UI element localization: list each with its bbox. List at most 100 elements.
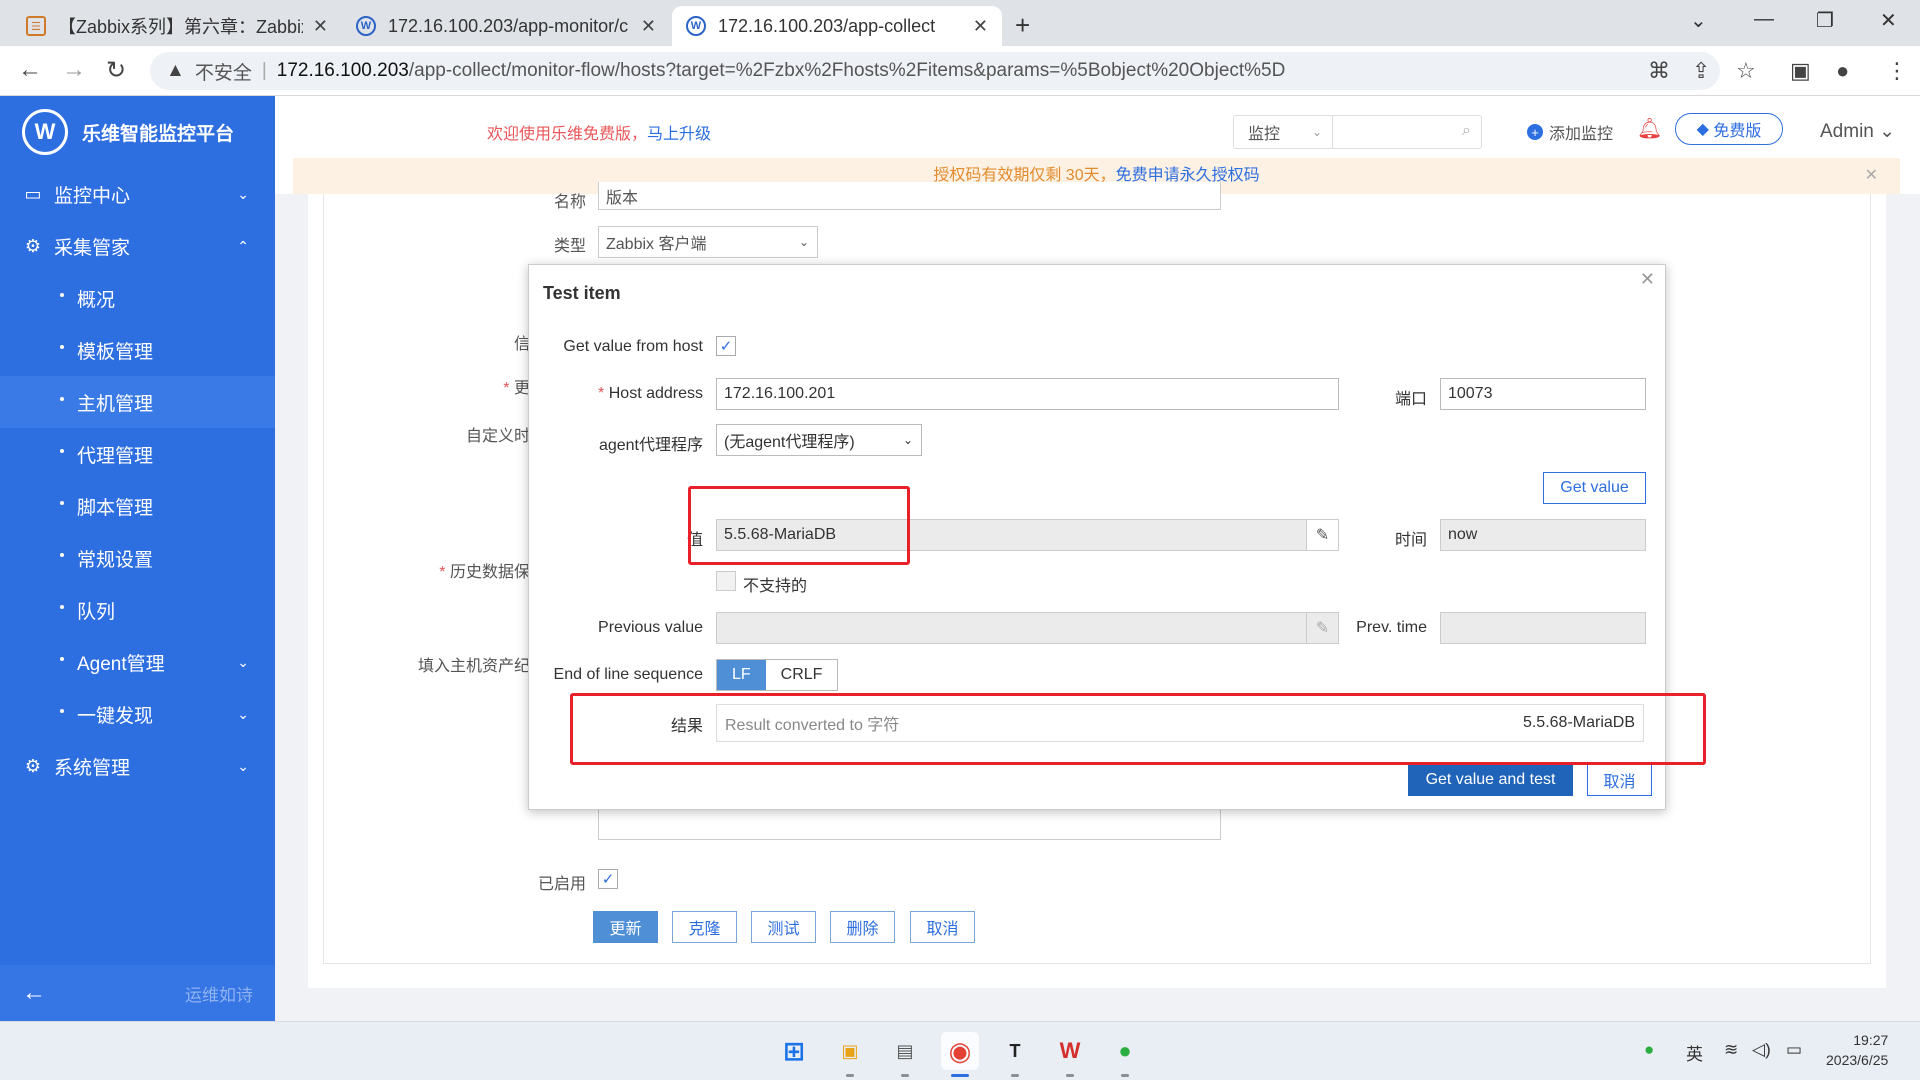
restore-icon[interactable]: ❐ [1816, 8, 1834, 33]
dialog-cancel-button[interactable]: 取消 [1587, 764, 1652, 796]
dialog-title: Test item [543, 283, 621, 303]
collapse-arrow-icon[interactable]: ← [22, 979, 46, 1007]
sub-item-label: Agent管理 [77, 653, 165, 675]
close-tab-icon[interactable]: ✕ [973, 16, 988, 37]
proxy-select[interactable]: (无agent代理程序) ⌄ [716, 424, 922, 456]
menu-label: 采集管家 [54, 237, 131, 259]
free-edition-badge[interactable]: ◆ 免费版 [1675, 113, 1783, 145]
tab-title: 172.16.100.203/app-collect [718, 15, 936, 36]
browser-tab-1[interactable]: ☰ 【Zabbix系列】第六章：Zabbix ✕ [12, 6, 342, 46]
forward-icon[interactable]: → [62, 56, 86, 84]
address-bar-row: ← → ↻ ▲ 不安全 | 172.16.100.203/app-collect… [0, 46, 1920, 96]
description-textarea[interactable] [598, 808, 1221, 840]
edit-pencil-icon[interactable]: ✎ [1306, 520, 1338, 550]
reload-icon[interactable]: ↻ [106, 56, 126, 85]
user-menu[interactable]: Admin ⌄ [1820, 120, 1895, 143]
host-address-text: Host address [608, 385, 703, 402]
translate-icon[interactable]: ⌘ [1648, 58, 1670, 84]
wps-icon[interactable]: W [1051, 1032, 1089, 1070]
eol-option-crlf[interactable]: CRLF [766, 660, 838, 690]
info-label: 信 [513, 336, 530, 353]
search-input[interactable]: ⌕ [1332, 115, 1482, 149]
side-panel-icon[interactable]: ▣ [1790, 58, 1811, 84]
minimize-icon[interactable]: — [1754, 8, 1774, 31]
close-icon[interactable]: ✕ [1640, 269, 1655, 290]
name-input[interactable]: 版本 [598, 182, 1221, 210]
update-button[interactable]: 更新 [593, 911, 658, 943]
typora-icon[interactable]: T [996, 1032, 1034, 1070]
share-icon[interactable]: ⇪ [1692, 58, 1710, 84]
site-favicon-icon: W [686, 16, 706, 36]
menu-item-collect[interactable]: ⚙ 采集管家 ⌃ [0, 220, 275, 272]
search-scope-select[interactable]: 监控 ⌄ [1233, 115, 1333, 149]
files-icon[interactable]: ▣ [831, 1032, 869, 1070]
browser-tab-2[interactable]: W 172.16.100.203/app-monitor/c ✕ [342, 6, 670, 46]
volume-icon[interactable]: ◁) [1752, 1040, 1771, 1060]
chrome-icon[interactable]: ◉ [941, 1032, 979, 1070]
port-input[interactable]: 10073 [1440, 378, 1646, 410]
sidebar-item-proxies[interactable]: 代理管理 [0, 428, 275, 480]
wechat-tray-icon[interactable]: ● [1644, 1040, 1654, 1060]
history-text: 历史数据保 [449, 564, 530, 581]
unsupported-checkbox[interactable] [716, 571, 736, 591]
upgrade-link[interactable]: 马上升级 [647, 126, 711, 143]
desktop-app-icon[interactable]: ▤ [886, 1032, 924, 1070]
enabled-checkbox[interactable]: ✓ [598, 869, 618, 889]
back-icon[interactable]: ← [18, 56, 42, 84]
sub-item-label: 队列 [77, 601, 116, 623]
update-interval-label: * 更 [503, 380, 530, 397]
unsupported-label: 不支持的 [743, 578, 808, 595]
get-value-from-host-checkbox[interactable]: ✓ [716, 336, 736, 356]
test-button[interactable]: 测试 [751, 911, 816, 943]
chevron-down-icon: ⌄ [237, 705, 249, 722]
clone-button[interactable]: 克隆 [672, 911, 737, 943]
host-address-label: * Host address [598, 385, 703, 402]
close-tab-icon[interactable]: ✕ [641, 16, 656, 37]
browser-tab-bar: ☰ 【Zabbix系列】第六章：Zabbix ✕ W 172.16.100.20… [0, 0, 1920, 46]
sidebar-item-general[interactable]: 常规设置 [0, 532, 275, 584]
sidebar-item-discovery[interactable]: 一键发现 ⌄ [0, 688, 275, 740]
type-select[interactable]: Zabbix 客户端 ⌄ [598, 226, 818, 258]
sidebar-item-queue[interactable]: 队列 [0, 584, 275, 636]
menu-item-system[interactable]: ⚙ 系统管理 ⌄ [0, 740, 275, 792]
battery-icon[interactable]: ▭ [1786, 1040, 1802, 1060]
profile-icon[interactable]: ● [1836, 58, 1849, 84]
sidebar-item-overview[interactable]: 概况 [0, 272, 275, 324]
tab-search-icon[interactable]: ⌄ [1690, 8, 1707, 33]
sidebar-item-hosts[interactable]: 主机管理 [0, 376, 275, 428]
close-icon[interactable]: ✕ [1865, 158, 1878, 194]
bullet-icon [60, 605, 64, 609]
url-field[interactable]: ▲ 不安全 | 172.16.100.203/app-collect/monit… [150, 52, 1720, 90]
window-close-icon[interactable]: ✕ [1880, 8, 1897, 33]
delete-button[interactable]: 删除 [830, 911, 895, 943]
bookmark-star-icon[interactable]: ☆ [1736, 58, 1756, 84]
cancel-button[interactable]: 取消 [910, 911, 975, 943]
new-tab-icon[interactable]: + [1015, 10, 1030, 41]
previous-value-label: Previous value [598, 619, 703, 636]
free-badge-label: 免费版 [1713, 123, 1762, 140]
brand[interactable]: W 乐维智能监控平台 [0, 96, 275, 168]
bell-icon[interactable]: 🔔︎ [1637, 116, 1662, 141]
get-value-and-test-button[interactable]: Get value and test [1408, 764, 1573, 796]
ime-indicator[interactable]: 英 [1686, 1040, 1703, 1065]
close-tab-icon[interactable]: ✕ [313, 16, 328, 37]
monitor-icon: ▭ [24, 183, 42, 204]
search-icon[interactable]: ⌕ [1462, 122, 1471, 140]
eol-option-lf[interactable]: LF [717, 660, 766, 690]
sidebar-item-agent[interactable]: Agent管理 ⌄ [0, 636, 275, 688]
windows-start-icon[interactable]: ⊞ [775, 1032, 813, 1070]
edit-pencil-icon: ✎ [1306, 613, 1338, 643]
get-value-button[interactable]: Get value [1543, 472, 1646, 504]
sidebar-item-scripts[interactable]: 脚本管理 [0, 480, 275, 532]
menu-item-monitor-center[interactable]: ▭ 监控中心 ⌄ [0, 168, 275, 220]
welcome-message: 欢迎使用乐维免费版， [487, 126, 648, 143]
host-address-input[interactable]: 172.16.100.201 [716, 378, 1339, 410]
browser-tab-3[interactable]: W 172.16.100.203/app-collect ✕ [672, 6, 1002, 46]
wifi-icon[interactable]: ≋ [1724, 1040, 1738, 1060]
wechat-icon[interactable]: ● [1106, 1032, 1144, 1070]
gear-icon: ⚙ [24, 755, 42, 776]
system-clock[interactable]: 19:27 2023/6/25 [1826, 1030, 1888, 1070]
menu-kebab-icon[interactable]: ⋮ [1886, 58, 1908, 84]
sidebar-item-templates[interactable]: 模板管理 [0, 324, 275, 376]
add-monitor-button[interactable]: + 添加监控 [1527, 120, 1613, 144]
